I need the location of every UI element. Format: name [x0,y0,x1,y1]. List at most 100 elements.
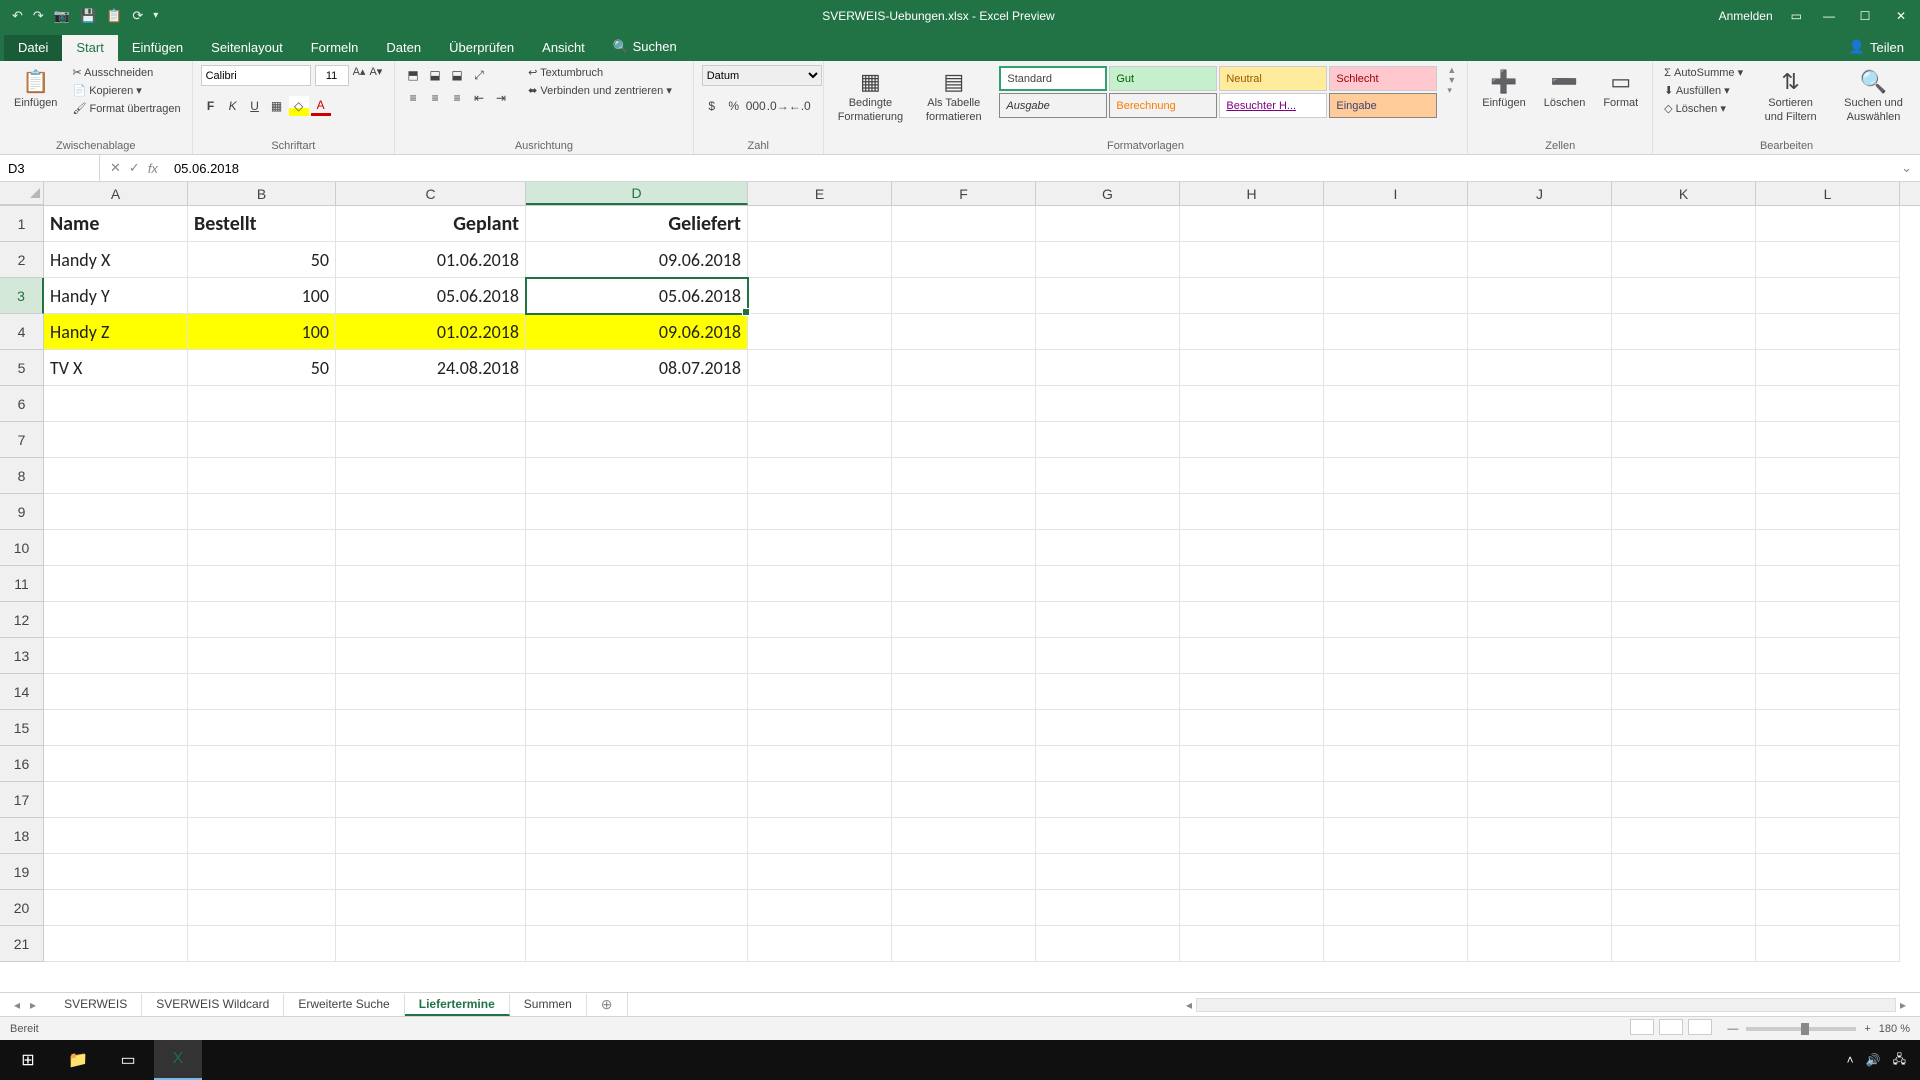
cell-A15[interactable] [44,710,188,746]
col-header-F[interactable]: F [892,182,1036,205]
format-cells-button[interactable]: ▭Format [1597,65,1644,115]
underline-button[interactable]: U [245,96,265,116]
cell-F1[interactable] [892,206,1036,242]
cell-H18[interactable] [1180,818,1324,854]
cell-F9[interactable] [892,494,1036,530]
row-header-2[interactable]: 2 [0,242,44,278]
copy-button[interactable]: 📄 Kopieren ▾ [69,83,183,98]
font-color-button[interactable]: A [311,96,331,116]
cell-A4[interactable]: Handy Z [44,314,188,350]
cell-D13[interactable] [526,638,748,674]
cell-D2[interactable]: 09.06.2018 [526,242,748,278]
cell-I1[interactable] [1324,206,1468,242]
cell-D3[interactable]: 05.06.2018 [526,278,748,314]
cell-F15[interactable] [892,710,1036,746]
cell-K3[interactable] [1612,278,1756,314]
cell-F7[interactable] [892,422,1036,458]
cut-button[interactable]: ✂ Ausschneiden [69,65,183,80]
format-painter-button[interactable]: 🖌 Format übertragen [69,101,183,116]
cell-B2[interactable]: 50 [188,242,336,278]
col-header-D[interactable]: D [526,182,748,205]
row-header-14[interactable]: 14 [0,674,44,710]
cell-H2[interactable] [1180,242,1324,278]
taskbar-excel[interactable]: X [154,1040,202,1080]
cell-H16[interactable] [1180,746,1324,782]
style-besucht[interactable]: Besuchter H... [1219,93,1327,118]
cell-B1[interactable]: Bestellt [188,206,336,242]
cell-I15[interactable] [1324,710,1468,746]
italic-button[interactable]: K [223,96,243,116]
cell-A14[interactable] [44,674,188,710]
share-button[interactable]: 👤Teilen [1837,33,1916,61]
increase-decimal-button[interactable]: .0→ [768,96,788,116]
cell-K9[interactable] [1612,494,1756,530]
cell-C4[interactable]: 01.02.2018 [336,314,526,350]
cell-B3[interactable]: 100 [188,278,336,314]
cell-F18[interactable] [892,818,1036,854]
cell-D15[interactable] [526,710,748,746]
cell-L12[interactable] [1756,602,1900,638]
tab-start[interactable]: Start [62,35,117,61]
cell-E10[interactable] [748,530,892,566]
cell-A8[interactable] [44,458,188,494]
cell-J10[interactable] [1468,530,1612,566]
cell-H11[interactable] [1180,566,1324,602]
undo-icon[interactable]: ↶ [12,8,23,24]
cell-A7[interactable] [44,422,188,458]
row-header-15[interactable]: 15 [0,710,44,746]
cell-L11[interactable] [1756,566,1900,602]
cell-D6[interactable] [526,386,748,422]
cell-L14[interactable] [1756,674,1900,710]
cell-A6[interactable] [44,386,188,422]
cell-G12[interactable] [1036,602,1180,638]
row-header-18[interactable]: 18 [0,818,44,854]
row-header-20[interactable]: 20 [0,890,44,926]
cell-G7[interactable] [1036,422,1180,458]
cell-B8[interactable] [188,458,336,494]
cell-I9[interactable] [1324,494,1468,530]
cell-C15[interactable] [336,710,526,746]
cell-H21[interactable] [1180,926,1324,962]
cell-I16[interactable] [1324,746,1468,782]
cell-A1[interactable]: Name [44,206,188,242]
cell-D11[interactable] [526,566,748,602]
tab-seitenlayout[interactable]: Seitenlayout [197,35,297,61]
cell-K17[interactable] [1612,782,1756,818]
cell-A10[interactable] [44,530,188,566]
cell-G3[interactable] [1036,278,1180,314]
cell-I18[interactable] [1324,818,1468,854]
cell-C13[interactable] [336,638,526,674]
cell-H15[interactable] [1180,710,1324,746]
cell-D18[interactable] [526,818,748,854]
refresh-icon[interactable]: ⟳ [132,8,143,24]
decrease-decimal-button[interactable]: ←.0 [790,96,810,116]
cell-D10[interactable] [526,530,748,566]
cell-E7[interactable] [748,422,892,458]
tray-up-icon[interactable]: ˄ [1847,1053,1854,1067]
cell-K1[interactable] [1612,206,1756,242]
cell-B5[interactable]: 50 [188,350,336,386]
cell-A2[interactable]: Handy X [44,242,188,278]
row-header-6[interactable]: 6 [0,386,44,422]
align-center-button[interactable]: ≡ [425,88,445,108]
cell-I12[interactable] [1324,602,1468,638]
cell-I10[interactable] [1324,530,1468,566]
cell-E6[interactable] [748,386,892,422]
cell-E13[interactable] [748,638,892,674]
cell-C3[interactable]: 05.06.2018 [336,278,526,314]
merge-center-button[interactable]: ⬌ Verbinden und zentrieren ▾ [525,83,675,98]
increase-font-button[interactable]: A▴ [353,65,366,86]
cell-F19[interactable] [892,854,1036,890]
cell-H8[interactable] [1180,458,1324,494]
row-header-10[interactable]: 10 [0,530,44,566]
cell-G15[interactable] [1036,710,1180,746]
orientation-button[interactable]: ⤢ [469,65,489,85]
cell-G5[interactable] [1036,350,1180,386]
col-header-H[interactable]: H [1180,182,1324,205]
zoom-level[interactable]: 180 % [1879,1023,1910,1035]
font-size-select[interactable] [315,65,349,86]
conditional-format-button[interactable]: ▦Bedingte Formatierung [832,65,909,128]
cell-D1[interactable]: Geliefert [526,206,748,242]
cell-L10[interactable] [1756,530,1900,566]
cell-H12[interactable] [1180,602,1324,638]
